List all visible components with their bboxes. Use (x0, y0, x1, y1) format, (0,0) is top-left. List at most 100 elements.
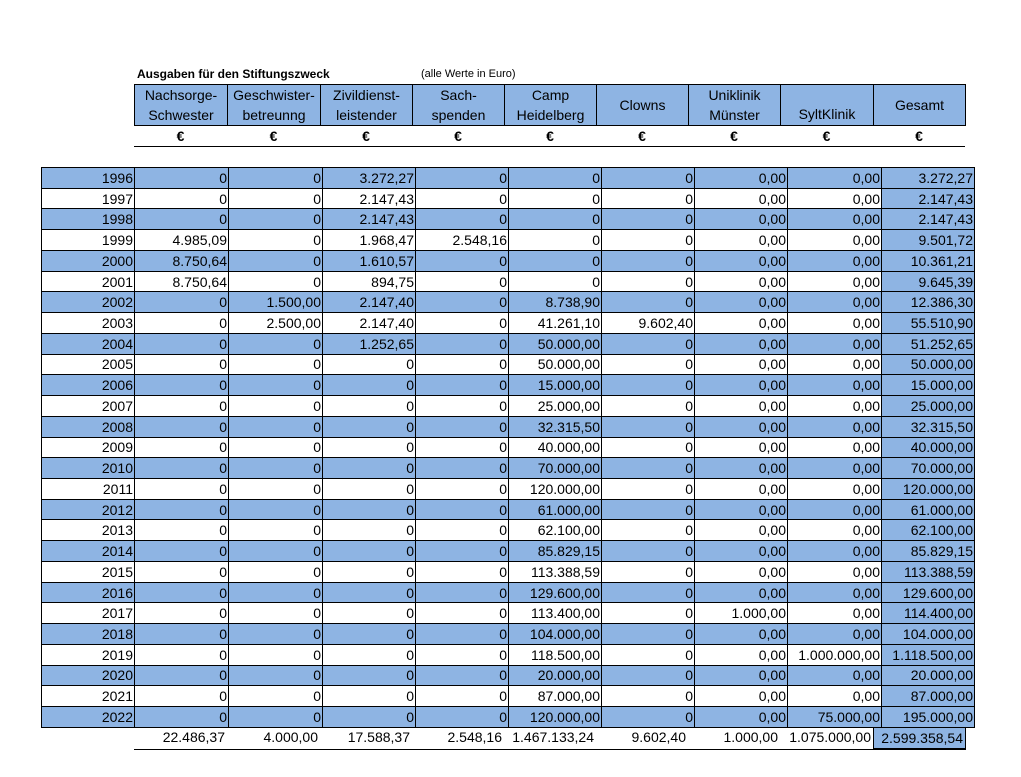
value-cell[interactable]: 0 (601, 581, 695, 604)
total-cell[interactable]: 85.829,15 (881, 540, 975, 562)
value-cell[interactable]: 0 (415, 395, 509, 417)
value-cell[interactable]: 0 (601, 457, 695, 480)
value-cell[interactable]: 0 (228, 208, 323, 231)
year-cell[interactable]: 2009 (41, 436, 135, 459)
value-cell[interactable]: 118.500,00 (508, 643, 602, 666)
total-cell[interactable]: 9.501,72 (881, 229, 975, 251)
value-cell[interactable]: 0 (415, 478, 509, 500)
value-cell[interactable]: 41.261,10 (508, 312, 602, 334)
year-cell[interactable]: 2013 (41, 519, 135, 542)
value-cell[interactable]: 1.252,65 (322, 332, 416, 355)
total-cell[interactable]: 50.000,00 (881, 353, 975, 376)
value-cell[interactable]: 0 (415, 560, 509, 583)
value-cell[interactable]: 15.000,00 (508, 374, 602, 397)
grand-total-cell[interactable]: 2.599.358,54 (873, 727, 966, 749)
value-cell[interactable]: 0 (228, 167, 323, 189)
value-cell[interactable]: 0,00 (694, 415, 788, 438)
value-cell[interactable]: 0 (508, 249, 602, 272)
value-cell[interactable]: 0 (228, 457, 323, 480)
year-cell[interactable]: 2007 (41, 395, 135, 417)
value-cell[interactable]: 0,00 (787, 478, 882, 500)
value-cell[interactable]: 0 (415, 498, 509, 521)
value-cell[interactable]: 0 (508, 270, 602, 293)
column-total-cell[interactable]: 2.548,16 (412, 727, 504, 749)
value-cell[interactable]: 0 (601, 374, 695, 397)
value-cell[interactable]: 0,00 (694, 519, 788, 542)
value-cell[interactable]: 0,00 (694, 312, 788, 334)
value-cell[interactable]: 0,00 (787, 312, 882, 334)
total-cell[interactable]: 15.000,00 (881, 374, 975, 397)
value-cell[interactable]: 0 (601, 560, 695, 583)
value-cell[interactable]: 0 (322, 353, 416, 376)
value-cell[interactable]: 0 (228, 664, 323, 687)
value-cell[interactable]: 0 (508, 229, 602, 251)
value-cell[interactable]: 0,00 (694, 353, 788, 376)
value-cell[interactable]: 0,00 (787, 167, 882, 189)
value-cell[interactable]: 0 (601, 270, 695, 293)
value-cell[interactable]: 0 (601, 685, 695, 708)
value-cell[interactable]: 0 (322, 519, 416, 542)
value-cell[interactable]: 0 (601, 187, 695, 210)
value-cell[interactable]: 0 (415, 312, 509, 334)
value-cell[interactable]: 0,00 (694, 229, 788, 251)
value-cell[interactable]: 8.750,64 (134, 249, 229, 272)
value-cell[interactable]: 0 (134, 706, 229, 728)
value-cell[interactable]: 104.000,00 (508, 623, 602, 645)
value-cell[interactable]: 62.100,00 (508, 519, 602, 542)
value-cell[interactable]: 0,00 (694, 706, 788, 728)
year-cell[interactable]: 2004 (41, 332, 135, 355)
value-cell[interactable]: 0 (601, 643, 695, 666)
year-cell[interactable]: 2003 (41, 312, 135, 334)
value-cell[interactable]: 0 (228, 374, 323, 397)
total-cell[interactable]: 195.000,00 (881, 706, 975, 728)
value-cell[interactable]: 0 (228, 270, 323, 293)
value-cell[interactable]: 0 (322, 540, 416, 562)
value-cell[interactable]: 0 (508, 187, 602, 210)
value-cell[interactable]: 0 (228, 519, 323, 542)
year-cell[interactable]: 2002 (41, 291, 135, 314)
value-cell[interactable]: 0 (134, 581, 229, 604)
value-cell[interactable]: 2.147,43 (322, 208, 416, 231)
value-cell[interactable]: 8.738,90 (508, 291, 602, 314)
value-cell[interactable]: 0 (415, 415, 509, 438)
value-cell[interactable]: 0 (415, 540, 509, 562)
value-cell[interactable]: 0,00 (787, 208, 882, 231)
value-cell[interactable]: 2.500,00 (228, 312, 323, 334)
column-total-cell[interactable]: 22.486,37 (134, 727, 227, 749)
value-cell[interactable]: 0 (601, 519, 695, 542)
value-cell[interactable]: 0 (322, 457, 416, 480)
value-cell[interactable]: 120.000,00 (508, 478, 602, 500)
value-cell[interactable]: 0 (134, 291, 229, 314)
value-cell[interactable]: 0 (228, 498, 323, 521)
total-cell[interactable]: 32.315,50 (881, 415, 975, 438)
value-cell[interactable]: 0 (415, 208, 509, 231)
value-cell[interactable]: 0 (601, 229, 695, 251)
year-cell[interactable]: 1998 (41, 208, 135, 231)
value-cell[interactable]: 0 (601, 332, 695, 355)
value-cell[interactable]: 0,00 (694, 540, 788, 562)
value-cell[interactable]: 0,00 (694, 332, 788, 355)
value-cell[interactable]: 8.750,64 (134, 270, 229, 293)
value-cell[interactable]: 0 (508, 167, 602, 189)
value-cell[interactable]: 25.000,00 (508, 395, 602, 417)
value-cell[interactable]: 0,00 (694, 457, 788, 480)
value-cell[interactable]: 0 (601, 353, 695, 376)
value-cell[interactable]: 0 (601, 478, 695, 500)
total-cell[interactable]: 2.147,43 (881, 187, 975, 210)
value-cell[interactable]: 0 (322, 602, 416, 625)
year-cell[interactable]: 2017 (41, 602, 135, 625)
value-cell[interactable]: 0 (228, 229, 323, 251)
value-cell[interactable]: 9.602,40 (601, 312, 695, 334)
value-cell[interactable]: 0 (322, 478, 416, 500)
value-cell[interactable]: 0 (415, 270, 509, 293)
value-cell[interactable]: 0,00 (694, 395, 788, 417)
value-cell[interactable]: 0 (134, 415, 229, 438)
value-cell[interactable]: 0 (322, 395, 416, 417)
value-cell[interactable]: 0 (228, 249, 323, 272)
value-cell[interactable]: 0,00 (787, 395, 882, 417)
value-cell[interactable]: 0 (601, 706, 695, 728)
value-cell[interactable]: 0 (415, 187, 509, 210)
value-cell[interactable]: 0,00 (787, 623, 882, 645)
value-cell[interactable]: 0 (322, 664, 416, 687)
value-cell[interactable]: 0 (134, 602, 229, 625)
